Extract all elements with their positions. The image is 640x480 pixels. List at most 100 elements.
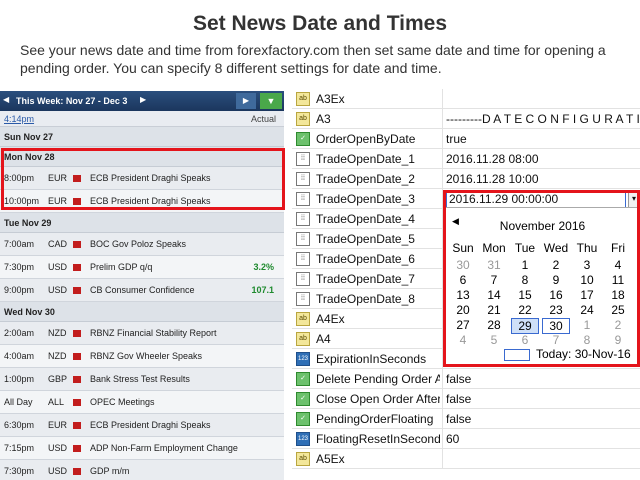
calendar-event-row[interactable]: All Day ALL OPEC Meetings — [0, 391, 284, 414]
event-name: CB Consumer Confidence — [90, 285, 195, 295]
impact-folder-icon[interactable] — [73, 445, 81, 452]
event-actual: 107.1 — [251, 285, 274, 295]
property-row[interactable]: ab A3Ex — [292, 89, 640, 109]
property-row[interactable]: ⁞⁞ TradeOpenDate_1 2016.11.28 08:00 — [292, 149, 640, 169]
calendar-event-row[interactable]: 7:15pm USD ADP Non-Farm Employment Change — [0, 437, 284, 460]
impact-folder-icon[interactable] — [73, 330, 81, 337]
property-name: PendingOrderFloating — [316, 412, 434, 426]
calendar-event-row[interactable]: 1:00pm GBP Bank Stress Test Results — [0, 368, 284, 391]
impact-folder-icon[interactable] — [73, 353, 81, 360]
event-currency: USD — [48, 466, 68, 476]
calendar-event-row[interactable]: 9:00pm USD CB Consumer Confidence 107.1 — [0, 279, 284, 302]
column-divider — [442, 109, 443, 129]
event-time: 7:00am — [4, 239, 35, 249]
calendar-event-row[interactable]: 7:30pm USD GDP m/m — [0, 460, 284, 480]
property-row[interactable]: ✓ PendingOrderFloating false — [292, 409, 640, 429]
property-name: TradeOpenDate_1 — [316, 152, 415, 166]
property-row[interactable]: ✓ Delete Pending Order Afte false — [292, 369, 640, 389]
property-row[interactable]: ✓ OrderOpenByDate true — [292, 129, 640, 149]
column-divider — [442, 89, 443, 109]
impact-folder-icon[interactable] — [73, 241, 81, 248]
calendar-subheader: 4:14pm Actual — [0, 111, 284, 127]
event-name: OPEC Meetings — [90, 397, 155, 407]
property-value[interactable]: ---------D A T E C O N F I G U R A T I O… — [446, 112, 640, 126]
property-value[interactable]: false — [446, 372, 640, 386]
event-time: All Day — [4, 397, 33, 407]
property-row[interactable]: ab A3 ---------D A T E C O N F I G U R A T… — [292, 109, 640, 129]
column-divider — [442, 369, 443, 389]
prev-week-icon[interactable]: ◀ — [3, 95, 9, 104]
boolean-icon: ✓ — [296, 132, 310, 146]
column-divider — [442, 169, 443, 189]
week-dropdown-icon[interactable]: ▶ — [140, 95, 146, 104]
event-time: 7:15pm — [4, 443, 35, 453]
actual-column-header: Actual — [250, 114, 276, 124]
filter-icon[interactable]: ▼ — [260, 93, 282, 109]
event-name: ADP Non-Farm Employment Change — [90, 443, 238, 453]
event-currency: CAD — [48, 239, 68, 249]
calendar-event-row[interactable]: 2:00am NZD RBNZ Financial Stability Report — [0, 322, 284, 345]
property-row[interactable]: ab A5Ex — [292, 449, 640, 469]
page-title: Set News Date and Times — [192, 12, 448, 35]
boolean-icon: ✓ — [296, 372, 310, 386]
property-value[interactable]: false — [446, 412, 640, 426]
calendar-event-row[interactable]: 7:00am CAD BOC Gov Poloz Speaks — [0, 233, 284, 256]
event-time: 2:00am — [4, 328, 35, 338]
property-name: ExpirationInSeconds — [316, 352, 427, 366]
event-currency: USD — [48, 262, 68, 272]
text-icon: ab — [296, 332, 310, 346]
text-icon: ab — [296, 452, 310, 466]
property-name: A4 — [316, 332, 331, 346]
highlight-box-date-picker — [443, 190, 640, 367]
calendar-event-row[interactable]: 7:30pm USD Prelim GDP q/q 3.2% — [0, 256, 284, 279]
event-name: ECB President Draghi Speaks — [90, 420, 211, 430]
event-currency: NZD — [48, 328, 67, 338]
column-divider — [442, 409, 443, 429]
property-row[interactable]: ✓ Close Open Order After Ex false — [292, 389, 640, 409]
property-value[interactable]: 60 — [446, 432, 640, 446]
calendar-event-row[interactable]: 4:00am NZD RBNZ Gov Wheeler Speaks — [0, 345, 284, 368]
property-name: Close Open Order After Ex — [316, 392, 440, 406]
property-name: A3 — [316, 112, 331, 126]
impact-folder-icon[interactable] — [73, 287, 81, 294]
event-time: 6:30pm — [4, 420, 35, 430]
event-name: RBNZ Gov Wheeler Speaks — [90, 351, 203, 361]
calendar-icon: ⁞⁞ — [296, 292, 310, 306]
event-time: 4:00am — [4, 351, 35, 361]
event-time: 9:00pm — [4, 285, 35, 295]
calendar-icon: ⁞⁞ — [296, 232, 310, 246]
current-time-link[interactable]: 4:14pm — [4, 114, 34, 124]
property-name: FloatingResetInSeconds — [316, 432, 440, 446]
text-icon: ab — [296, 312, 310, 326]
property-name: Delete Pending Order Afte — [316, 372, 440, 386]
property-value[interactable]: 2016.11.28 10:00 — [446, 172, 640, 186]
column-divider — [442, 129, 443, 149]
property-name: TradeOpenDate_3 — [316, 192, 415, 206]
number-icon: 123 — [296, 432, 310, 446]
property-row[interactable]: 123 FloatingResetInSeconds 60 — [292, 429, 640, 449]
property-row[interactable]: ⁞⁞ TradeOpenDate_2 2016.11.28 10:00 — [292, 169, 640, 189]
property-value[interactable]: false — [446, 392, 640, 406]
next-week-button[interactable]: ▶ — [236, 93, 256, 109]
impact-folder-icon[interactable] — [73, 264, 81, 271]
event-name: Prelim GDP q/q — [90, 262, 153, 272]
week-label: This Week: Nov 27 - Dec 3 — [16, 96, 128, 106]
calendar-event-row[interactable]: 6:30pm EUR ECB President Draghi Speaks — [0, 414, 284, 437]
calendar-day-header: Sun Nov 27 — [0, 127, 284, 147]
event-actual: 3.2% — [253, 262, 274, 272]
event-name: RBNZ Financial Stability Report — [90, 328, 217, 338]
property-name: TradeOpenDate_7 — [316, 272, 415, 286]
event-currency: GBP — [48, 374, 68, 384]
impact-folder-icon[interactable] — [73, 399, 81, 406]
calendar-week-bar: ◀ This Week: Nov 27 - Dec 3 ▶ ▶ ▼ — [0, 91, 284, 111]
impact-folder-icon[interactable] — [73, 422, 81, 429]
event-currency: USD — [48, 285, 68, 295]
property-value[interactable]: true — [446, 132, 640, 146]
property-value[interactable]: 2016.11.28 08:00 — [446, 152, 640, 166]
event-currency: EUR — [48, 420, 68, 430]
impact-folder-icon[interactable] — [73, 376, 81, 383]
impact-folder-icon[interactable] — [73, 468, 81, 475]
page-subtitle: See your news date and time from forexfa… — [20, 42, 606, 76]
event-time: 7:30pm — [4, 466, 35, 476]
event-currency: NZD — [48, 351, 67, 361]
